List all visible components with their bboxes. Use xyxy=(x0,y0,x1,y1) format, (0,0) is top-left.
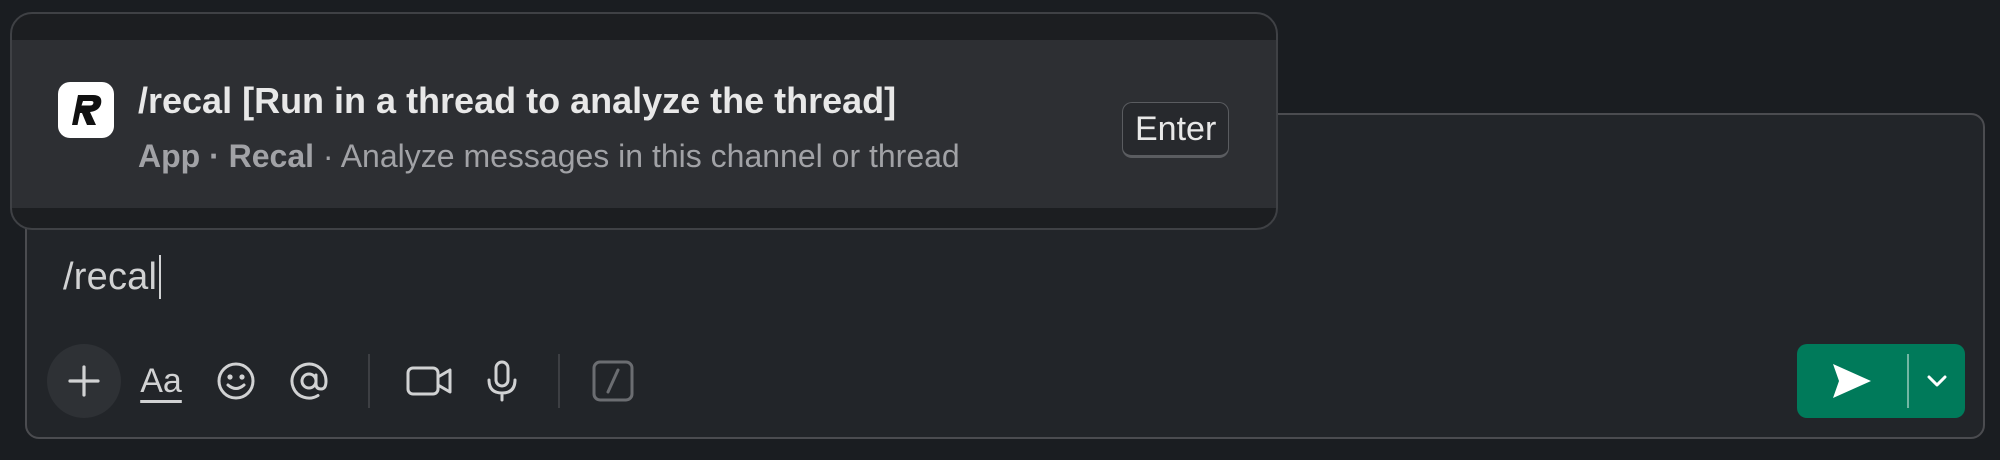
chevron-down-icon xyxy=(1927,375,1947,387)
toolbar-divider-1 xyxy=(347,344,391,418)
shortcuts-button[interactable] xyxy=(581,344,645,418)
command-subtitle: App · Recal · Analyze messages in this c… xyxy=(138,138,960,175)
command-suggestion-recal[interactable]: /recal [Run in a thread to analyze the t… xyxy=(12,40,1276,208)
slash-icon xyxy=(592,360,634,402)
emoji-button[interactable] xyxy=(201,344,271,418)
text-caret xyxy=(159,255,162,299)
command-suggestions-popup: /recal [Run in a thread to analyze the t… xyxy=(10,12,1278,230)
schedule-send-button[interactable] xyxy=(1909,344,1965,418)
message-input-text: /recal xyxy=(63,255,158,298)
enter-shortcut-badge: Enter xyxy=(1122,102,1230,158)
video-camera-icon xyxy=(406,366,452,396)
message-input[interactable]: /recal xyxy=(63,255,162,299)
formatting-label: Aa xyxy=(140,361,182,400)
attach-button[interactable] xyxy=(47,344,121,418)
video-clip-button[interactable] xyxy=(391,344,467,418)
microphone-icon xyxy=(487,360,517,402)
send-button[interactable] xyxy=(1797,344,1907,418)
command-title: /recal [Run in a thread to analyze the t… xyxy=(138,80,897,121)
toolbar-divider-2 xyxy=(537,344,581,418)
plus-icon xyxy=(68,365,100,397)
command-description: · Analyze messages in this channel or th… xyxy=(322,138,960,174)
recal-logo-icon xyxy=(58,82,114,138)
app-window: /recal Aa /recal [Run in a thread to ana… xyxy=(0,0,2000,460)
mention-icon xyxy=(290,362,328,400)
command-app-name: App · Recal xyxy=(138,138,315,174)
emoji-icon xyxy=(217,362,255,400)
audio-clip-button[interactable] xyxy=(467,344,537,418)
mention-button[interactable] xyxy=(271,344,347,418)
composer-toolbar: Aa xyxy=(47,344,645,418)
send-icon xyxy=(1833,364,1871,398)
formatting-button[interactable]: Aa xyxy=(121,344,201,418)
send-controls xyxy=(1797,344,1965,418)
